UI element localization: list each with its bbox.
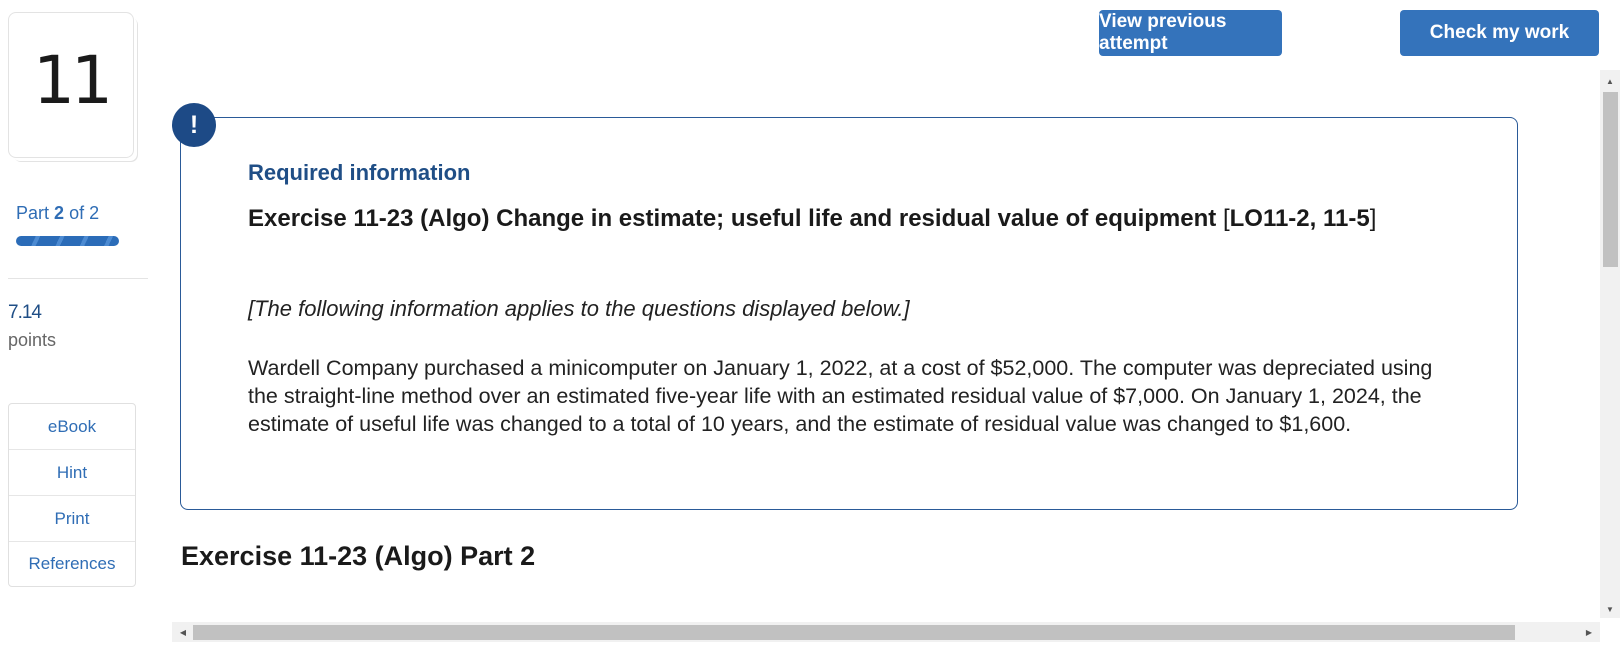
bracket-close: ] (1369, 205, 1377, 232)
references-link[interactable]: References (9, 542, 135, 586)
problem-body: Wardell Company purchased a minicomputer… (248, 356, 1433, 436)
scroll-down-icon[interactable]: ▼ (1600, 600, 1620, 618)
part-word: Part (16, 203, 50, 223)
exercise-title-main: Exercise 11-23 (Algo) Change in estimate… (248, 205, 1223, 232)
vertical-scroll-thumb[interactable] (1603, 92, 1618, 267)
check-my-work-button[interactable]: Check my work (1400, 10, 1599, 56)
part-current: 2 (54, 203, 65, 223)
part-progress-bar (16, 236, 119, 246)
ebook-link[interactable]: eBook (9, 404, 135, 450)
question-number: 11 (33, 41, 113, 119)
scroll-right-icon[interactable]: ▶ (1580, 622, 1598, 642)
scroll-left-icon[interactable]: ◀ (174, 622, 192, 642)
required-information-heading: Required information (248, 160, 471, 185)
print-link[interactable]: Print (9, 496, 135, 542)
rail-divider (8, 278, 148, 279)
view-previous-attempt-button[interactable]: View previous attempt (1099, 10, 1282, 56)
part-heading: Exercise 11-23 (Algo) Part 2 (181, 541, 536, 571)
exercise-title: Exercise 11-23 (Algo) Change in estimate… (248, 203, 1478, 234)
bracket-open: [ (1222, 205, 1230, 232)
vertical-scrollbar[interactable]: ▲ ▼ (1600, 70, 1620, 618)
learning-objective-refs: LO11-2, 11-5 (1229, 205, 1370, 232)
part-of: of 2 (69, 203, 100, 223)
scroll-up-icon[interactable]: ▲ (1600, 72, 1620, 90)
part-indicator: Part 2 of 2 (16, 203, 99, 224)
hint-link[interactable]: Hint (9, 450, 135, 496)
applies-note: [The following information applies to th… (248, 296, 910, 321)
horizontal-scroll-thumb[interactable] (193, 625, 1515, 640)
points-value: 7.14 (8, 302, 42, 323)
resource-tools: eBook Hint Print References (8, 403, 136, 587)
question-number-card: 11 (8, 12, 134, 158)
exclamation-icon: ! (172, 103, 216, 147)
points-label: points (8, 330, 57, 350)
horizontal-scrollbar[interactable]: ◀ ▶ (172, 622, 1600, 642)
